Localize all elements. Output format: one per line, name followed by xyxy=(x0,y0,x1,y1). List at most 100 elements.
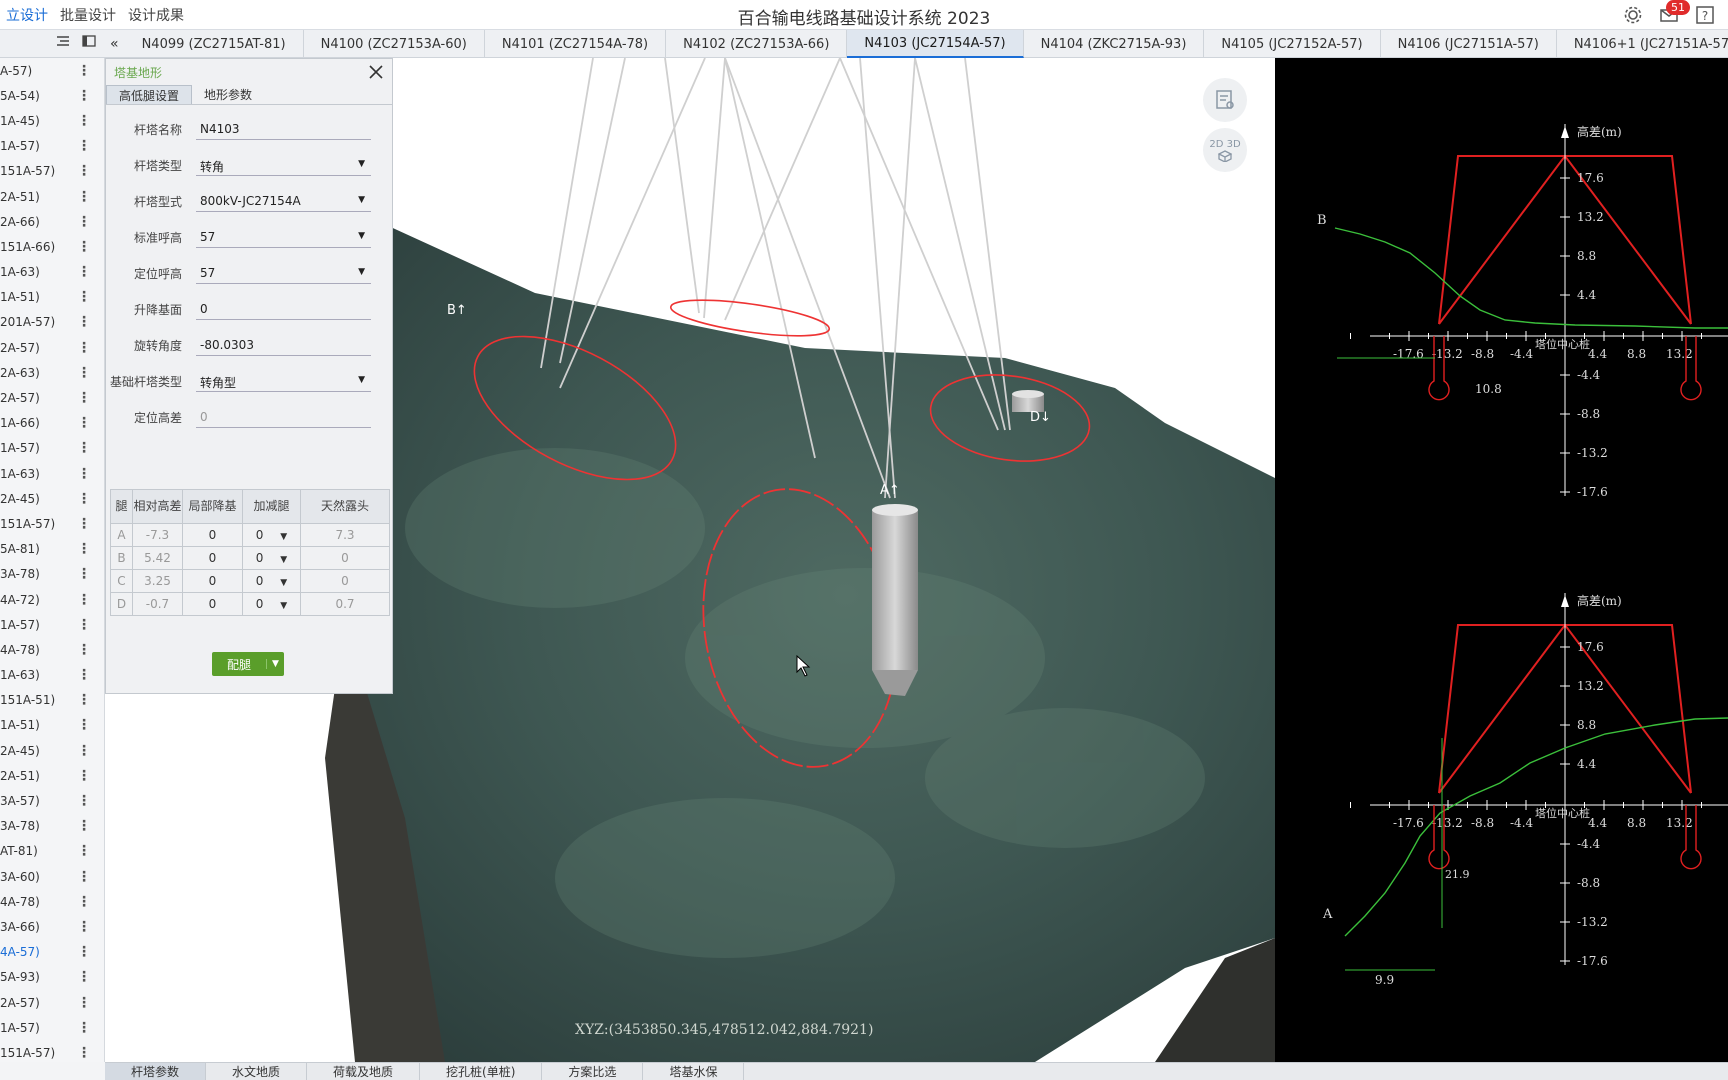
local-lowering-cell[interactable]: 0 xyxy=(182,523,243,547)
chevron-down-icon[interactable]: ▼ xyxy=(358,375,365,385)
tower-list-item[interactable]: 2A-51) ⋮ xyxy=(0,763,104,788)
field-select[interactable]: 转角型 ▼ xyxy=(196,370,371,392)
tower-list-item[interactable]: 1A-63) ⋮ xyxy=(0,663,104,688)
more-icon[interactable]: ⋮ xyxy=(77,340,91,356)
more-icon[interactable]: ⋮ xyxy=(77,667,91,683)
chevron-down-icon[interactable]: ▼ xyxy=(358,231,365,241)
bottom-tab[interactable]: 杆塔参数 xyxy=(105,1063,207,1080)
more-icon[interactable]: ⋮ xyxy=(77,969,91,985)
more-icon[interactable]: ⋮ xyxy=(77,1020,91,1036)
tower-list-item[interactable]: 151A-66) ⋮ xyxy=(0,234,104,259)
mail-icon[interactable]: 51 xyxy=(1658,0,1690,26)
tower-list-item[interactable]: 2A-51) ⋮ xyxy=(0,184,104,209)
tower-tab[interactable]: N4105 (JC27152A-57) xyxy=(1204,30,1381,58)
tower-list-item[interactable]: 3A-78) ⋮ xyxy=(0,814,104,839)
more-icon[interactable]: ⋮ xyxy=(77,189,91,205)
tower-list-item[interactable]: 1A-66) ⋮ xyxy=(0,411,104,436)
chevron-down-icon[interactable]: ▼ xyxy=(358,267,365,277)
more-icon[interactable]: ⋮ xyxy=(77,1045,91,1061)
tower-list-item[interactable]: 5A-93) ⋮ xyxy=(0,965,104,990)
chevron-down-icon[interactable]: ▼ xyxy=(358,159,365,169)
tab-leg-settings[interactable]: 高低腿设置 xyxy=(106,85,193,104)
tower-list-item[interactable]: 151A-57) ⋮ xyxy=(0,159,104,184)
field-input[interactable]: N4103 xyxy=(196,118,371,140)
menu-design-results[interactable]: 设计成果 xyxy=(122,5,190,25)
tower-list-item[interactable]: 201A-57) ⋮ xyxy=(0,310,104,335)
tower-list-item[interactable]: 4A-78) ⋮ xyxy=(0,889,104,914)
tower-list-item[interactable]: 1A-63) ⋮ xyxy=(0,260,104,285)
field-select[interactable]: 800kV-JC27154A ▼ xyxy=(196,190,371,212)
tower-list-item[interactable]: 1A-51) ⋮ xyxy=(0,285,104,310)
local-lowering-cell[interactable]: 0 xyxy=(182,569,243,593)
more-icon[interactable]: ⋮ xyxy=(77,466,91,482)
more-icon[interactable]: ⋮ xyxy=(77,894,91,910)
leg-adjust-cell[interactable]: 0 ▼ xyxy=(242,569,301,593)
more-icon[interactable]: ⋮ xyxy=(77,793,91,809)
tower-list-item[interactable]: 3A-57) ⋮ xyxy=(0,788,104,813)
tower-list-item[interactable]: 5A-81) ⋮ xyxy=(0,537,104,562)
more-icon[interactable]: ⋮ xyxy=(77,63,91,79)
chevron-down-icon[interactable]: ▼ xyxy=(277,555,287,565)
tower-list-item[interactable]: 1A-57) ⋮ xyxy=(0,1015,104,1040)
tower-list-item[interactable]: 3A-78) ⋮ xyxy=(0,562,104,587)
more-icon[interactable]: ⋮ xyxy=(77,390,91,406)
more-icon[interactable]: ⋮ xyxy=(77,692,91,708)
more-icon[interactable]: ⋮ xyxy=(77,516,91,532)
more-icon[interactable]: ⋮ xyxy=(77,566,91,582)
tower-list-item[interactable]: 2A-57) ⋮ xyxy=(0,385,104,410)
more-icon[interactable]: ⋮ xyxy=(77,163,91,179)
more-icon[interactable]: ⋮ xyxy=(77,289,91,305)
tower-tab[interactable]: N4103 (JC27154A-57) xyxy=(847,30,1024,58)
sidebar-toggle-icon[interactable] xyxy=(82,34,96,48)
chevron-down-icon[interactable]: ▼ xyxy=(277,578,287,588)
tower-list-item[interactable]: A-57) ⋮ xyxy=(0,58,104,83)
more-icon[interactable]: ⋮ xyxy=(77,314,91,330)
tower-list-item[interactable]: 5A-54) ⋮ xyxy=(0,83,104,108)
tower-list-item[interactable]: 2A-57) ⋮ xyxy=(0,335,104,360)
more-icon[interactable]: ⋮ xyxy=(77,88,91,104)
bottom-tab[interactable]: 挖孔桩(单桩) xyxy=(420,1063,543,1080)
tower-list-item[interactable]: 1A-57) ⋮ xyxy=(0,134,104,159)
more-icon[interactable]: ⋮ xyxy=(77,995,91,1011)
tower-list-item[interactable]: 151A-51) ⋮ xyxy=(0,688,104,713)
tower-list-item[interactable]: 3A-60) ⋮ xyxy=(0,864,104,889)
more-icon[interactable]: ⋮ xyxy=(77,440,91,456)
field-input[interactable]: 0 xyxy=(196,298,371,320)
tower-tab[interactable]: N4106+1 (JC27151A-57) xyxy=(1557,30,1728,58)
tower-tab[interactable]: N4099 (ZC2715AT-81) xyxy=(125,30,304,58)
tower-list-item[interactable]: AT-81) ⋮ xyxy=(0,839,104,864)
leg-adjust-cell[interactable]: 0 ▼ xyxy=(242,523,301,547)
match-legs-button[interactable]: 配腿 ▼ xyxy=(212,652,284,676)
bottom-tab[interactable]: 方案比选 xyxy=(542,1063,644,1080)
menu-batch-design[interactable]: 批量设计 xyxy=(54,5,122,25)
more-icon[interactable]: ⋮ xyxy=(77,768,91,784)
tower-tab[interactable]: N4102 (ZC27153A-66) xyxy=(666,30,848,58)
tower-list-item[interactable]: 1A-45) ⋮ xyxy=(0,108,104,133)
gear-icon[interactable] xyxy=(1622,4,1644,26)
more-icon[interactable]: ⋮ xyxy=(77,944,91,960)
tower-tab[interactable]: N4104 (ZKC2715A-93) xyxy=(1024,30,1205,58)
more-icon[interactable]: ⋮ xyxy=(77,717,91,733)
tower-list-item[interactable]: 2A-45) ⋮ xyxy=(0,738,104,763)
tower-tab[interactable]: N4101 (ZC27154A-78) xyxy=(485,30,667,58)
tower-list-item[interactable]: 2A-66) ⋮ xyxy=(0,209,104,234)
tabs-scroll-left-icon[interactable]: « xyxy=(104,30,125,58)
field-input[interactable]: -80.0303 xyxy=(196,334,371,356)
more-icon[interactable]: ⋮ xyxy=(77,919,91,935)
leg-adjust-cell[interactable]: 0 ▼ xyxy=(242,546,301,570)
more-icon[interactable]: ⋮ xyxy=(77,642,91,658)
bottom-tab[interactable]: 水文地质 xyxy=(206,1063,308,1080)
local-lowering-cell[interactable]: 0 xyxy=(182,592,243,616)
tower-tab[interactable]: N4106 (JC27151A-57) xyxy=(1381,30,1557,58)
chevron-down-icon[interactable]: ▼ xyxy=(277,532,287,542)
field-select[interactable]: 转角 ▼ xyxy=(196,154,371,176)
bottom-tab[interactable]: 荷载及地质 xyxy=(307,1063,421,1080)
more-icon[interactable]: ⋮ xyxy=(77,113,91,129)
tower-list-item[interactable]: 4A-78) ⋮ xyxy=(0,637,104,662)
chevron-down-icon[interactable]: ▼ xyxy=(358,195,365,205)
tower-list-item[interactable]: 4A-57) ⋮ xyxy=(0,940,104,965)
help-icon[interactable]: ? xyxy=(1694,4,1716,26)
view-2d-3d-toggle[interactable]: 2D 3D xyxy=(1203,128,1247,172)
tower-list-item[interactable]: 2A-45) ⋮ xyxy=(0,486,104,511)
more-icon[interactable]: ⋮ xyxy=(77,239,91,255)
